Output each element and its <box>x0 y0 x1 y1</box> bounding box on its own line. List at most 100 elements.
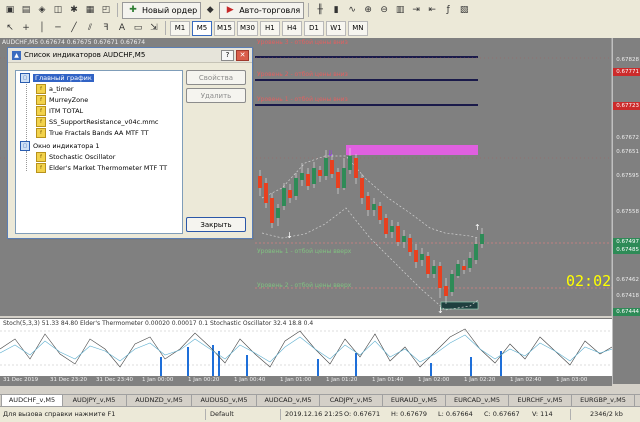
timeframe-d1[interactable]: D1 <box>303 20 324 36</box>
indicator-tree[interactable]: ▢ Главный график f a_timer f MurreyZone … <box>15 70 183 234</box>
status-datetime: 2019.12.16 21:25 <box>285 410 344 418</box>
trendline-icon[interactable]: ╱ <box>67 21 81 35</box>
timeframe-m1[interactable]: M1 <box>170 20 190 36</box>
candle-body <box>360 178 364 198</box>
tree-item-indicator-window[interactable]: ▢ Окно индикатора 1 <box>20 141 100 151</box>
price-scale[interactable]: 0.67828 0.67771 0.67723 0.67672 0.67651 … <box>612 38 640 384</box>
timeframe-mn[interactable]: MN <box>347 20 368 36</box>
autotrade-button[interactable]: ▶ Авто-торговля <box>219 1 305 19</box>
candle-body <box>462 266 466 270</box>
tree-item-indicator[interactable]: f True Fractals Bands AA MTF TT <box>36 128 149 138</box>
status-traffic: 2346/2 kb <box>590 410 623 418</box>
data-window-icon[interactable]: ◫ <box>51 3 65 17</box>
tree-item-indicator[interactable]: f Stochastic Oscillator <box>36 152 115 162</box>
timeframe-m15[interactable]: M15 <box>214 20 235 36</box>
timeframe-m30[interactable]: M30 <box>236 20 258 36</box>
indicators-icon[interactable]: ƒ <box>441 3 455 17</box>
metaeditor-icon[interactable]: ◆ <box>203 3 217 17</box>
bar-chart-icon[interactable]: ╫ <box>313 3 327 17</box>
arrows-icon[interactable]: ⇲ <box>147 21 161 35</box>
timeframe-w1[interactable]: W1 <box>325 20 346 36</box>
tree-item-main-chart[interactable]: ▢ Главный график <box>20 73 94 83</box>
dialog-title: Список индикаторов AUDCHF,M5 <box>24 51 146 59</box>
close-button[interactable]: Закрыть <box>186 217 246 232</box>
indicator-subwindow[interactable]: Stoch(5,3,3) 51.33 84.80 Elder's Thermom… <box>0 318 612 377</box>
indicators-list-dialog: ▲ Список индикаторов AUDCHF,M5 ? ✕ ▢ Гла… <box>7 47 253 239</box>
level-label: Уровень 3 - отбой цены вниз <box>257 39 348 46</box>
time-label: 1 Jan 01:00 <box>280 377 312 383</box>
tree-item-indicator[interactable]: f ITM TOTAL <box>36 106 83 116</box>
horizontal-line-icon[interactable]: ─ <box>51 21 65 35</box>
tab-audnzd[interactable]: AUDNZD_v,M5 <box>127 395 192 406</box>
autoscroll-icon[interactable]: ⇥ <box>409 3 423 17</box>
line-chart-icon[interactable]: ∿ <box>345 3 359 17</box>
help-icon[interactable]: ? <box>221 50 234 61</box>
tile-windows-icon[interactable]: ▥ <box>393 3 407 17</box>
candlestick-icon[interactable]: ▮ <box>329 3 343 17</box>
dialog-titlebar[interactable]: ▲ Список индикаторов AUDCHF,M5 ? ✕ <box>8 48 252 63</box>
zoom-in-icon[interactable]: ⊕ <box>361 3 375 17</box>
stochastic-main-line <box>0 328 612 368</box>
timeframe-h1[interactable]: H1 <box>259 20 280 36</box>
tree-item-label: Главный график <box>33 74 94 82</box>
close-icon[interactable]: ✕ <box>236 50 249 61</box>
terminal-icon[interactable]: ▦ <box>83 3 97 17</box>
tree-item-indicator[interactable]: f a_timer <box>36 84 74 94</box>
time-axis[interactable]: 31 Dec 2019 31 Dec 23:20 31 Dec 23:40 1 … <box>0 376 612 386</box>
vertical-line-icon[interactable]: │ <box>35 21 49 35</box>
tab-cadjpy[interactable]: CADJPY_v,M5 <box>320 395 383 406</box>
timeframe-m5[interactable]: M5 <box>192 20 212 36</box>
profiles-icon[interactable]: ▤ <box>19 3 33 17</box>
templates-icon[interactable]: ▧ <box>457 3 471 17</box>
navigator-icon[interactable]: ✱ <box>67 3 81 17</box>
channel-icon[interactable]: ⫽ <box>83 21 97 35</box>
tab-audcad[interactable]: AUDCAD_v,M5 <box>257 395 320 406</box>
status-separator <box>280 409 281 420</box>
price-label: 0.67444 <box>613 308 640 316</box>
tree-item-indicator[interactable]: f MurreyZone <box>36 95 88 105</box>
toolbar-separator <box>117 3 118 17</box>
new-order-button[interactable]: ✚ Новый ордер <box>122 1 202 19</box>
resistance-zone <box>346 145 478 155</box>
status-profile: Default <box>210 410 234 418</box>
crosshair-icon[interactable]: + <box>19 21 33 35</box>
tab-euraud[interactable]: EURAUD_v,M5 <box>383 395 446 406</box>
tree-item-indicator[interactable]: f Elder's Market Thermometer MTF TT <box>36 163 167 173</box>
price-label: 0.67828 <box>616 57 639 63</box>
tab-eurcad[interactable]: EURCAD_v,M5 <box>446 395 509 406</box>
market-watch-icon[interactable]: ◈ <box>35 3 49 17</box>
tab-audusd[interactable]: AUDUSD_v,M5 <box>192 395 257 406</box>
price-label: 0.67595 <box>616 173 639 179</box>
chart-window-icon: ▢ <box>20 73 30 83</box>
fibonacci-icon[interactable]: ꟻ <box>99 21 113 35</box>
candle-body <box>438 266 442 288</box>
tab-eurchf[interactable]: EURCHF_v,M5 <box>509 395 572 406</box>
fractal-arrow-up-icon: ↑ <box>474 223 481 232</box>
text-icon[interactable]: A <box>115 21 129 35</box>
candle-body <box>282 188 286 206</box>
label-icon[interactable]: ▭ <box>131 21 145 35</box>
delete-button[interactable]: Удалить <box>186 88 246 103</box>
tab-audchf[interactable]: AUDCHF_v,M5 <box>1 395 63 406</box>
chart-shift-icon[interactable]: ⇤ <box>425 3 439 17</box>
candle-body <box>480 234 484 244</box>
timeframe-h4[interactable]: H4 <box>281 20 302 36</box>
toolbar-row-1: ▣ ▤ ◈ ◫ ✱ ▦ ◰ ✚ Новый ордер ◆ ▶ Авто-тор… <box>0 1 471 19</box>
candle-body <box>270 198 274 223</box>
zoom-out-icon[interactable]: ⊖ <box>377 3 391 17</box>
candle-body <box>294 178 298 196</box>
candle-body <box>306 174 310 186</box>
tree-item-indicator[interactable]: f SS_SupportResistance_v04c.mmc <box>36 117 158 127</box>
new-chart-icon[interactable]: ▣ <box>3 3 17 17</box>
tester-icon[interactable]: ◰ <box>99 3 113 17</box>
time-label: 1 Jan 00:20 <box>188 377 220 383</box>
properties-button[interactable]: Свойства <box>186 70 246 85</box>
candle-body <box>384 218 388 234</box>
tab-audjpy[interactable]: AUDJPY_v,M5 <box>62 395 127 406</box>
cursor-icon[interactable]: ↖ <box>3 21 17 35</box>
indicator-icon: f <box>36 84 46 94</box>
price-label: 0.67771 <box>613 68 640 76</box>
tree-item-label: True Fractals Bands AA MTF TT <box>49 129 149 137</box>
tab-eurgbp[interactable]: EURGBP_v,M5 <box>572 395 635 406</box>
status-help: Для вызова справки нажмите F1 <box>3 410 116 418</box>
